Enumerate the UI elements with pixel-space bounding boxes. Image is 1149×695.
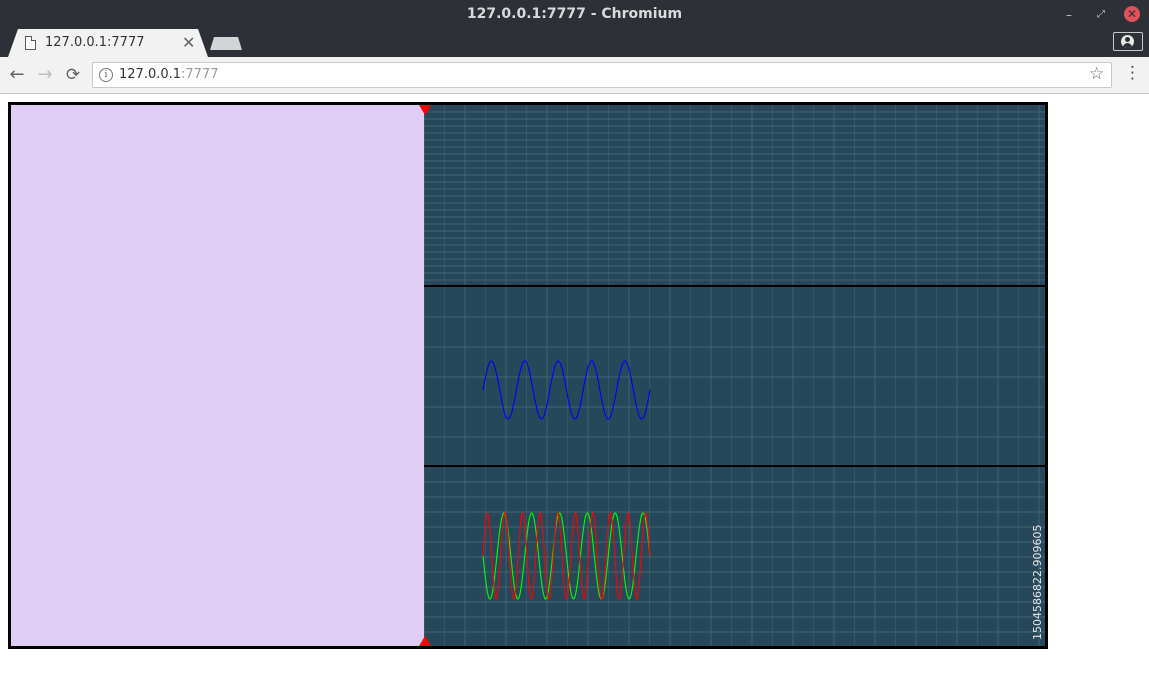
reload-icon[interactable]: ⟳ (61, 63, 85, 87)
forward-arrow-icon[interactable]: → (33, 63, 57, 87)
profile-button[interactable] (1113, 32, 1143, 51)
tab-label: 127.0.0.1:7777 (45, 35, 145, 50)
back-arrow-icon[interactable]: ← (5, 63, 29, 87)
close-window-button[interactable]: ✕ (1124, 6, 1140, 22)
tab-strip: 127.0.0.1:7777 ✕ (0, 29, 1149, 57)
app-frame: 1504586822.909605 (8, 102, 1048, 649)
window-title: 127.0.0.1:7777 - Chromium (466, 6, 683, 22)
maximize-button[interactable]: ⤢ (1092, 6, 1110, 24)
timestamp-label: 1504586822.909605 (1031, 524, 1044, 640)
tab-localhost[interactable]: 127.0.0.1:7777 ✕ (8, 29, 208, 57)
page-icon (25, 36, 36, 50)
address-bar[interactable]: i 127.0.0.1:7777 ☆ (92, 62, 1112, 88)
info-icon[interactable]: i (99, 68, 113, 82)
plot-separator (424, 285, 1045, 287)
plot-area[interactable] (424, 105, 1045, 646)
bottom-splitter-marker-icon[interactable] (419, 636, 431, 646)
profile-icon (1121, 35, 1134, 48)
browser-menu-icon[interactable]: ⋮ (1124, 63, 1141, 83)
window-title-bar: 127.0.0.1:7777 - Chromium – ⤢ ✕ (0, 0, 1149, 29)
side-panel[interactable] (11, 105, 424, 646)
new-tab-button[interactable] (210, 37, 242, 50)
url-text: 127.0.0.1:7777 (119, 67, 219, 82)
url-host: 127.0.0.1 (119, 67, 182, 82)
bookmark-star-icon[interactable]: ☆ (1089, 64, 1104, 84)
browser-toolbar: ← → ⟳ i 127.0.0.1:7777 ☆ ⋮ (0, 57, 1149, 94)
top-splitter-marker-icon[interactable] (419, 105, 431, 115)
tab-close-icon[interactable]: ✕ (182, 33, 195, 52)
minimize-button[interactable]: – (1060, 6, 1078, 24)
url-port: :7777 (181, 67, 219, 82)
plot-separator (424, 465, 1045, 467)
